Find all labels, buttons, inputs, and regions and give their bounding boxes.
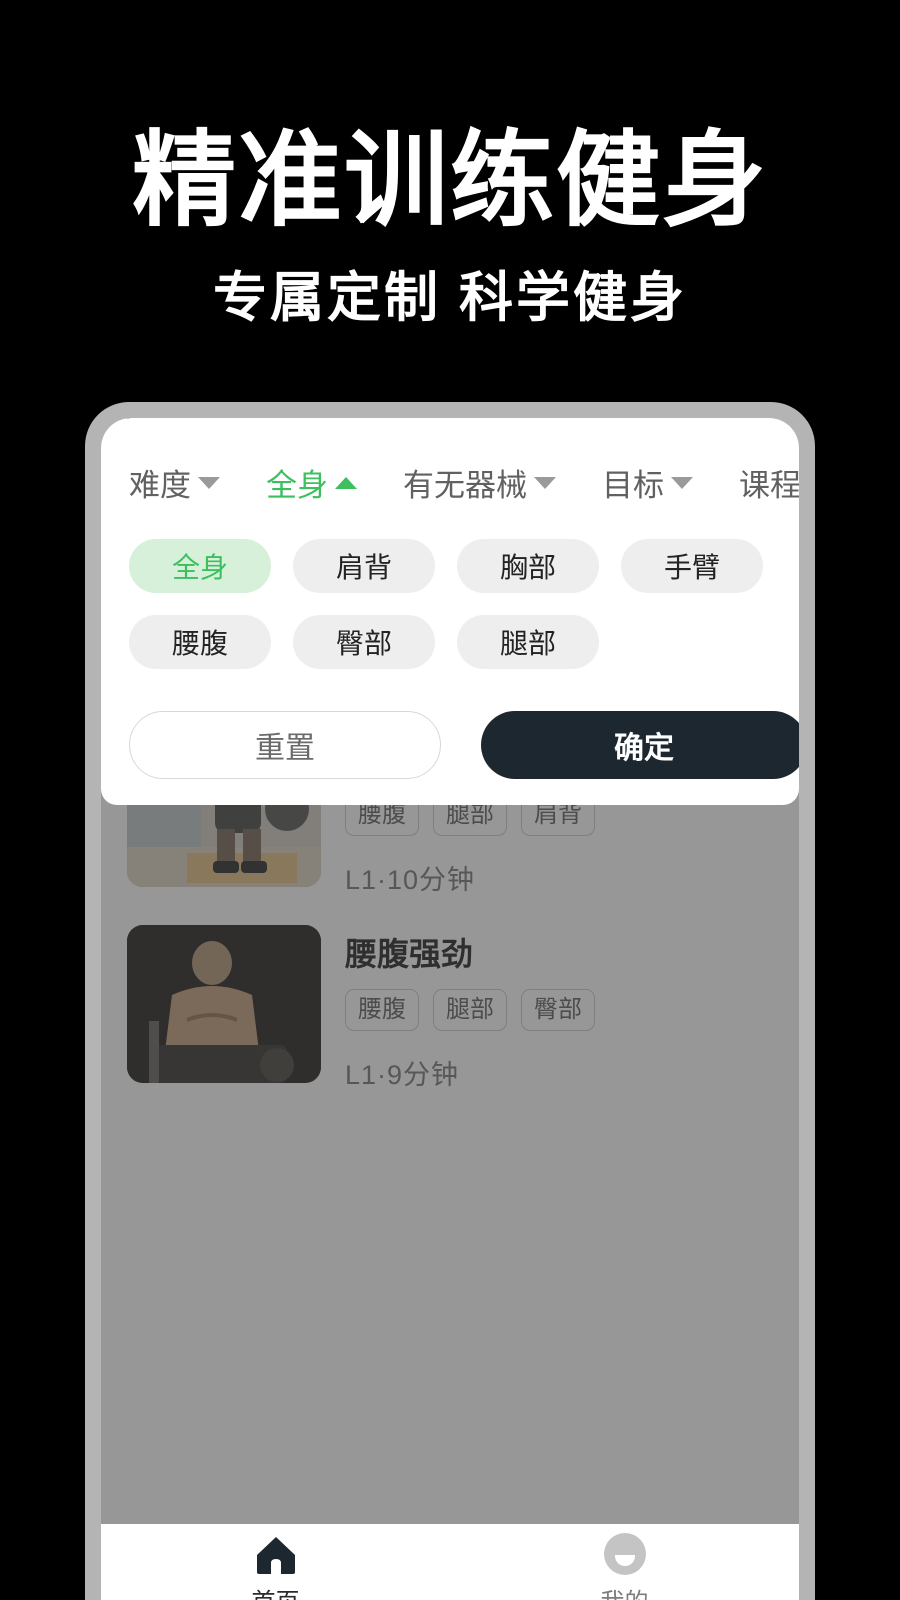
nav-item-label: 我的 — [601, 1582, 649, 1600]
chip-label: 肩背 — [335, 552, 392, 583]
filter-tab-label: 有无器械 — [403, 468, 527, 503]
course-title: 腰腹强劲 — [345, 935, 474, 972]
profile-avatar-icon — [602, 1532, 648, 1576]
reset-button[interactable]: 重置 — [129, 711, 441, 779]
chip-label: 胸部 — [499, 552, 556, 583]
filter-tab-label: 难度 — [129, 468, 191, 503]
confirm-button[interactable]: 确定 — [481, 711, 799, 779]
promo-title: 精准训练健身 — [131, 123, 768, 239]
filter-tab-label: 课程 — [739, 468, 799, 503]
reset-button-label: 重置 — [255, 732, 315, 765]
filter-tab-difficulty[interactable]: 难度 — [129, 460, 220, 505]
bodypart-chip-grid: 全身 肩背 胸部 手臂 腰腹 臀部 腿部 — [101, 505, 799, 669]
course-thumbnail — [127, 924, 321, 1083]
course-tag: 腿部 — [433, 989, 507, 1032]
filter-tab-bodypart[interactable]: 全身 — [266, 460, 357, 505]
confirm-button-label: 确定 — [614, 732, 674, 765]
filter-tab-label: 目标 — [602, 468, 664, 503]
filter-panel: 难度 全身 有无器械 目标 课程 全身 肩背 胸部 手臂 腰腹 臀部 腿部 重置… — [101, 418, 799, 805]
course-meta: L1·10分钟 — [345, 864, 476, 895]
phone-screen: 腰腹 腿部 L2·18分钟 — [101, 418, 799, 1600]
promo-screenshot: 精准训练健身 专属定制 科学健身 腰腹 腿部 肩背 L1·10分钟 腰腹强劲 腰… — [0, 0, 900, 1600]
filter-actions: 重置 确定 — [101, 669, 799, 779]
home-icon — [253, 1532, 299, 1576]
chip-jianbei[interactable]: 肩背 — [293, 539, 435, 593]
bottom-navigation: 首页 我的 — [101, 1524, 799, 1600]
chip-label: 手臂 — [663, 552, 720, 583]
course-meta: L1·9分钟 — [345, 1060, 460, 1091]
filter-tab-label: 全身 — [266, 468, 328, 503]
filter-tab-goal[interactable]: 目标 — [602, 460, 693, 505]
nav-item-profile[interactable]: 我的 — [450, 1532, 799, 1600]
chevron-down-icon — [198, 476, 220, 489]
filter-tab-equipment[interactable]: 有无器械 — [403, 460, 556, 505]
chip-xiongbu[interactable]: 胸部 — [457, 539, 599, 593]
course-tags: 腰腹 腿部 臀部 — [345, 989, 773, 1032]
course-tag: 臀部 — [521, 989, 595, 1032]
chip-shoubi[interactable]: 手臂 — [621, 539, 763, 593]
filter-tab-bar: 难度 全身 有无器械 目标 课程 — [101, 460, 799, 505]
list-item[interactable]: 腰腹强劲 腰腹 腿部 臀部 L1·9分钟 — [101, 911, 799, 1106]
course-tag: 腰腹 — [345, 989, 419, 1032]
nav-item-label: 首页 — [252, 1582, 300, 1600]
chip-yaofu[interactable]: 腰腹 — [129, 615, 271, 669]
chevron-down-icon — [534, 476, 556, 489]
nav-item-home[interactable]: 首页 — [101, 1532, 450, 1600]
chip-tuibu[interactable]: 腿部 — [457, 615, 599, 669]
chip-label: 臀部 — [335, 628, 392, 659]
chip-label: 腿部 — [499, 628, 556, 659]
chip-label: 腰腹 — [171, 628, 228, 659]
phone-frame: 腰腹 腿部 L2·18分钟 — [85, 402, 815, 1600]
chip-quanshen[interactable]: 全身 — [129, 539, 271, 593]
promo-subtitle: 专属定制 科学健身 — [212, 268, 687, 329]
filter-tab-course[interactable]: 课程 — [739, 460, 799, 505]
course-info: 腰腹强劲 腰腹 腿部 臀部 L1·9分钟 — [345, 925, 773, 1092]
chip-label: 全身 — [171, 552, 228, 583]
chevron-down-icon — [671, 476, 693, 489]
chip-tunbu[interactable]: 臀部 — [293, 615, 435, 669]
promo-header: 精准训练健身 专属定制 科学健身 — [0, 0, 900, 329]
chevron-up-icon — [335, 476, 357, 489]
